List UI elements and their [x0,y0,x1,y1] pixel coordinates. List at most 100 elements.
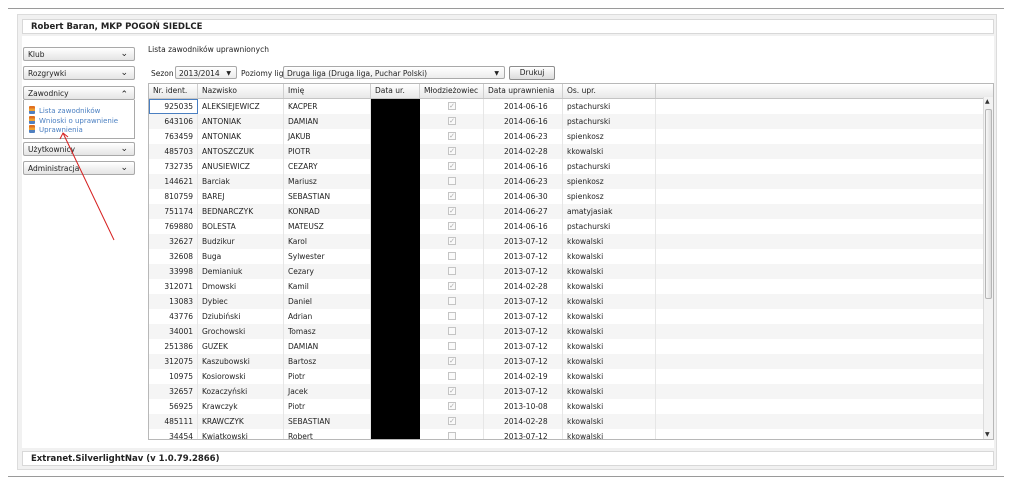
scroll-up-icon[interactable]: ▲ [985,98,990,105]
cell-id: 43776 [149,309,198,324]
cell-name: Daniel [284,294,371,309]
cell-user: spienkosz [563,174,656,189]
scrollbar-thumb[interactable] [985,109,992,299]
cell-permission-date: 2014-02-19 [484,369,563,384]
col-header-id[interactable]: Nr. ident. [149,84,198,98]
table-row[interactable]: 43776 Dziubiński Adrian 2013-07-12 kkowalski [149,309,985,324]
table-row[interactable]: 34001 Grochowski Tomasz 2013-07-12 kkowalski [149,324,985,339]
cell-user: pstachurski [563,219,656,234]
cell-user: kkowalski [563,324,656,339]
cell-empty [656,144,985,159]
season-value: 2013/2014 [179,69,220,78]
youth-checkbox-unchecked [448,297,456,305]
table-row[interactable]: 33998 Demianiuk Cezary 2013-07-12 kkowalski [149,264,985,279]
cell-id: 732735 [149,159,198,174]
youth-checkbox-checked: ✓ [448,237,456,245]
sidebar-item-label: Zawodnicy [28,89,69,98]
cell-name: Karol [284,234,371,249]
table-row[interactable]: 312071 Dmowski Kamil 2014-02-28 kkowalski ✓ [149,279,985,294]
table-row[interactable]: 769880 BOLESTA MATEUSZ 2014-06-16 pstachursk… [149,219,985,234]
cell-youth: ✓ [420,99,484,114]
col-header-user[interactable]: Os. upr. [563,84,656,98]
league-levels-select[interactable]: Druga liga (Druga liga, Puchar Polski) ▼ [283,66,505,79]
cell-permission-date: 2014-06-16 [484,159,563,174]
cell-id: 763459 [149,129,198,144]
scroll-down-icon[interactable]: ▼ [985,431,990,438]
link-label: Wnioski o uprawnienie [39,117,119,125]
cell-empty [656,324,985,339]
cell-youth [420,249,484,264]
youth-checkbox-checked: ✓ [448,102,456,110]
cell-focus-outline [149,99,198,114]
cell-user: kkowalski [563,294,656,309]
cell-id: 34454 [149,429,198,439]
table-row[interactable]: 251386 GUZEK DAMIAN 2013-07-12 kkowalski [149,339,985,354]
cell-youth: ✓ [420,144,484,159]
cell-surname: Budzikur [198,234,284,249]
chevron-down-icon: ⌄ [120,144,128,154]
col-header-youth[interactable]: Młodzieżowiec [420,84,484,98]
cell-permission-date: 2014-06-16 [484,99,563,114]
vertical-scrollbar[interactable]: ▲ ▼ [983,97,993,439]
table-row[interactable]: 34454 Kwiatkowski Robert 2013-07-12 kkowalsk… [149,429,985,439]
cell-id: 643106 [149,114,198,129]
cell-empty [656,159,985,174]
sidebar-item-label: Rozgrywki [28,69,67,78]
table-row[interactable]: 763459 ANTONIAK JAKUB 2014-06-23 spienkosz ✓ [149,129,985,144]
table-row[interactable]: 13083 Dybiec Daniel 2013-07-12 kkowalski [149,294,985,309]
youth-checkbox-checked: ✓ [448,207,456,215]
col-header-permission-date[interactable]: Data uprawnienia [484,84,563,98]
cell-permission-date: 2014-06-16 [484,114,563,129]
table-row[interactable]: 751174 BEDNARCZYK KONRAD 2014-06-27 amatyjas… [149,204,985,219]
link-wnioski[interactable]: Wnioski o uprawnienie [29,116,118,125]
cell-id: 32657 [149,384,198,399]
youth-checkbox-checked: ✓ [448,132,456,140]
table-row[interactable]: 56925 Krawczyk Piotr 2013-10-08 kkowalski ✓ [149,399,985,414]
cell-user: spienkosz [563,189,656,204]
sidebar-item-zawodnicy[interactable]: Zawodnicy ⌃ [23,86,135,100]
cell-id: 312071 [149,279,198,294]
cell-id: 810759 [149,189,198,204]
col-header-birthdate[interactable]: Data ur. [371,84,420,98]
youth-checkbox-checked: ✓ [448,162,456,170]
cell-user: kkowalski [563,369,656,384]
link-lista-zawodnikow[interactable]: Lista zawodników [29,106,100,115]
youth-checkbox-checked: ✓ [448,387,456,395]
cell-surname: Kozaczyński [198,384,284,399]
cell-name: Bartosz [284,354,371,369]
table-row[interactable]: 32657 Kozaczyński Jacek 2013-07-12 kkowalski… [149,384,985,399]
cell-surname: ANUSIEWICZ [198,159,284,174]
cell-name: DAMIAN [284,114,371,129]
cell-id: 251386 [149,339,198,354]
table-row[interactable]: 732735 ANUSIEWICZ CEZARY 2014-06-16 pstachur… [149,159,985,174]
table-row[interactable]: 32608 Buga Sylwester 2013-07-12 kkowalski [149,249,985,264]
table-row[interactable]: 32627 Budzikur Karol 2013-07-12 kkowalski ✓ [149,234,985,249]
user-club-title: Robert Baran, MKP POGOŃ SIEDLCE [31,22,203,32]
table-row[interactable]: 144621 Barciak Mariusz 2014-06-23 spienkosz [149,174,985,189]
table-row[interactable]: 810759 BAREJ SEBASTIAN 2014-06-30 spienkosz ✓ [149,189,985,204]
youth-checkbox-unchecked [448,312,456,320]
table-row[interactable]: 925035 ALEKSIEJEWICZ KACPER 2014-06-16 pstac… [149,99,985,114]
cell-permission-date: 2013-07-12 [484,249,563,264]
print-button[interactable]: Drukuj [509,66,555,80]
cell-id: 312075 [149,354,198,369]
table-row[interactable]: 485703 ANTOSZCZUK PIOTR 2014-02-28 kkowalski… [149,144,985,159]
cell-surname: Demianiuk [198,264,284,279]
table-row[interactable]: 485111 KRAWCZYK SEBASTIAN 2014-02-28 kkowals… [149,414,985,429]
sidebar-item-klub[interactable]: Klub ⌄ [23,47,135,61]
season-select[interactable]: 2013/2014 ▼ [175,66,237,79]
cell-id: 485703 [149,144,198,159]
table-row[interactable]: 312075 Kaszubowski Bartosz 2013-07-12 kkowal… [149,354,985,369]
cell-youth [420,369,484,384]
cell-empty [656,399,985,414]
youth-checkbox-unchecked [448,267,456,275]
sidebar-item-rozgrywki[interactable]: Rozgrywki ⌄ [23,66,135,80]
cell-id: 751174 [149,204,198,219]
table-row[interactable]: 643106 ANTONIAK DAMIAN 2014-06-16 pstachursk… [149,114,985,129]
cell-empty [656,114,985,129]
col-header-surname[interactable]: Nazwisko [198,84,284,98]
cell-surname: Kwiatkowski [198,429,284,439]
table-row[interactable]: 10975 Kosiorowski Piotr 2014-02-19 kkowalski [149,369,985,384]
col-header-name[interactable]: Imię [284,84,371,98]
youth-checkbox-unchecked [448,432,456,439]
